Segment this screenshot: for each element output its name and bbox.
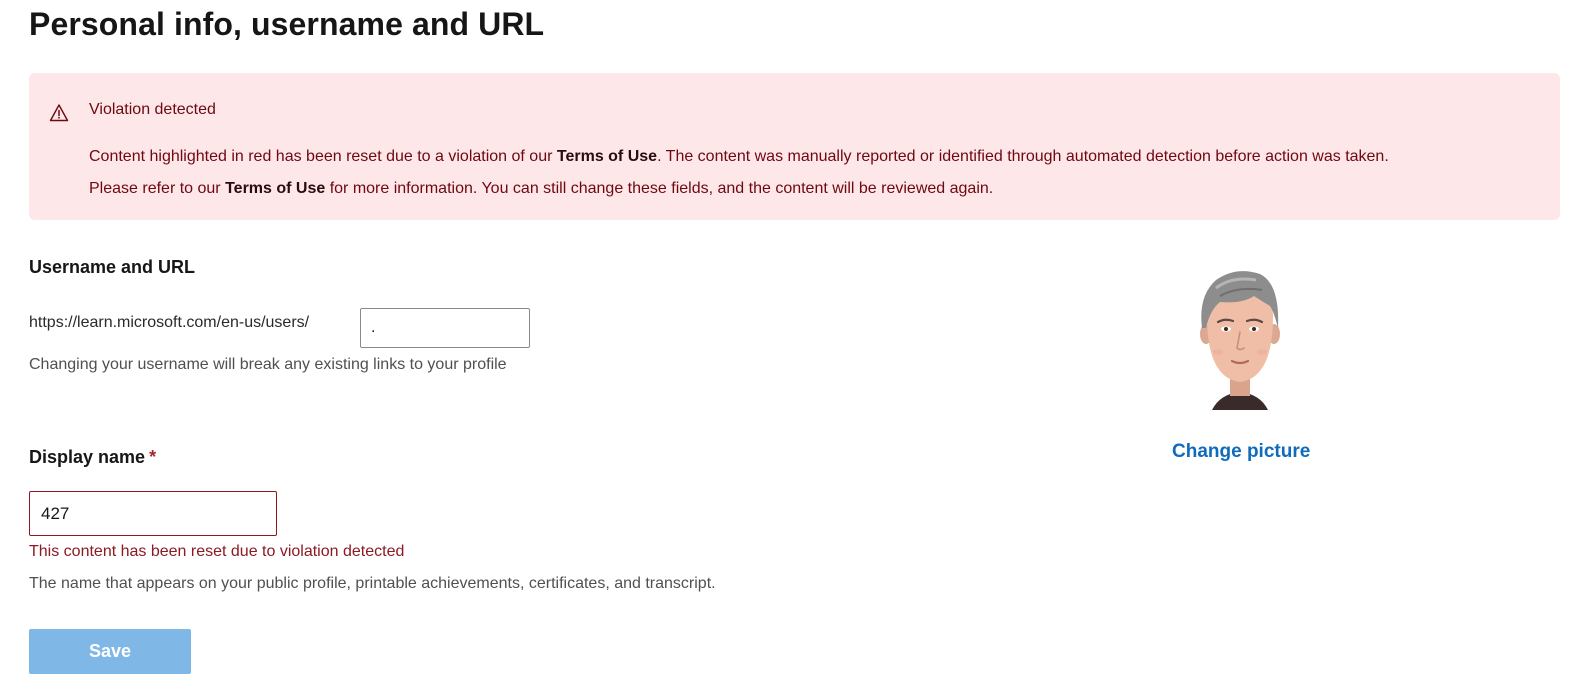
- profile-settings-page: Personal info, username and URL Violatio…: [0, 0, 1579, 695]
- violation-alert: Violation detected Content highlighted i…: [29, 73, 1560, 220]
- terms-of-use-link-2[interactable]: Terms of Use: [225, 180, 325, 197]
- display-name-input[interactable]: [29, 491, 277, 536]
- username-hint: Changing your username will break any ex…: [29, 356, 507, 373]
- warning-triangle-icon: [49, 103, 69, 123]
- display-name-label: Display name *: [29, 447, 156, 468]
- alert-message: Content highlighted in red has been rese…: [89, 141, 1539, 205]
- alert-text-line1-end: . The content was manually reported or i…: [657, 148, 1389, 165]
- alert-title: Violation detected: [89, 101, 216, 118]
- profile-url-prefix: https://learn.microsoft.com/en-us/users/: [29, 314, 310, 331]
- username-input[interactable]: [360, 308, 530, 348]
- alert-text-line1-start: Content highlighted in red has been rese…: [89, 148, 557, 165]
- change-picture-link[interactable]: Change picture: [1172, 441, 1310, 463]
- required-marker: *: [149, 447, 157, 467]
- alert-text-line2-start: Please refer to our: [89, 180, 226, 197]
- display-name-label-text: Display name: [29, 447, 146, 467]
- display-name-hint: The name that appears on your public pro…: [29, 575, 716, 592]
- save-button[interactable]: Save: [29, 629, 191, 674]
- display-name-error: This content has been reset due to viola…: [29, 543, 405, 560]
- username-section-heading: Username and URL: [29, 257, 196, 277]
- avatar-cartoon-icon: [1190, 266, 1290, 410]
- terms-of-use-link[interactable]: Terms of Use: [557, 148, 657, 165]
- alert-text-line2-end: for more information. You can still chan…: [325, 180, 994, 197]
- page-title: Personal info, username and URL: [29, 6, 545, 42]
